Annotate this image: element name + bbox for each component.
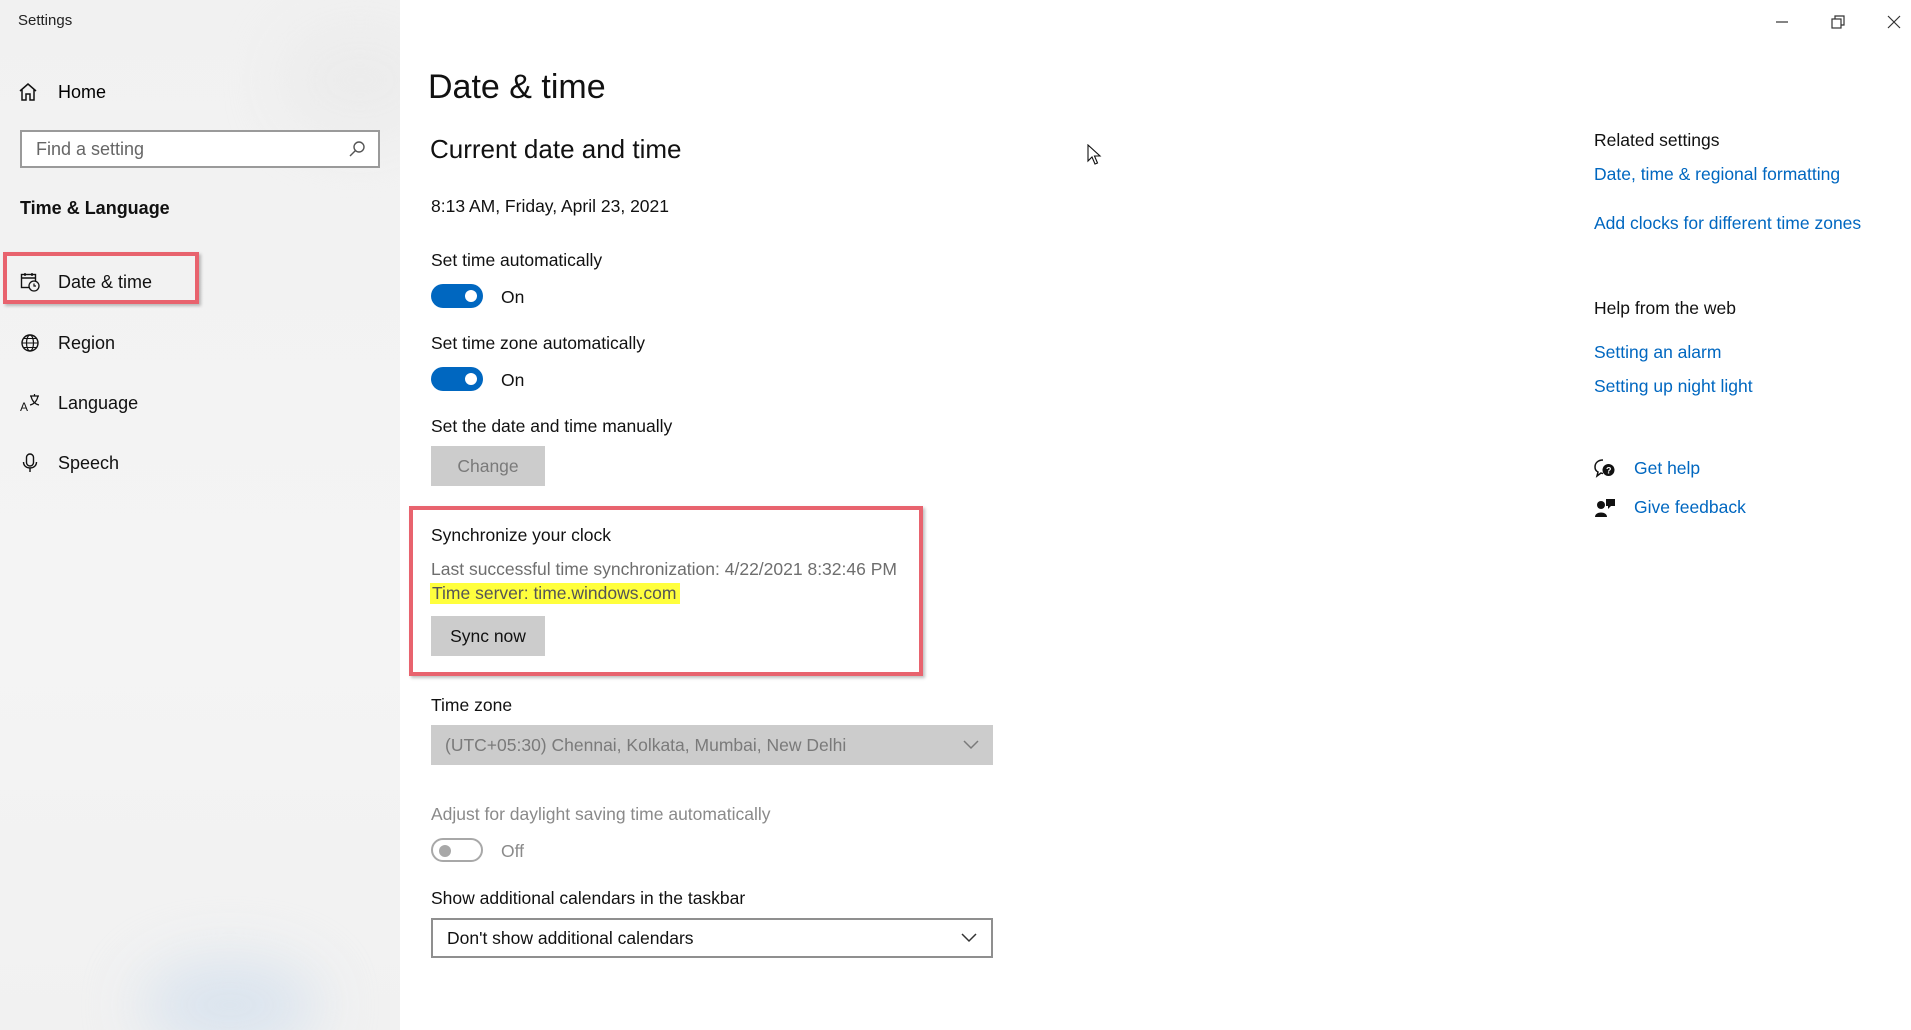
set-timezone-auto-state: On [501, 370, 525, 390]
chevron-down-icon [961, 933, 977, 943]
sidebar-home[interactable]: Home [18, 78, 106, 106]
last-sync-text: Last successful time synchronization: 4/… [431, 559, 897, 579]
get-help-label[interactable]: Get help [1634, 458, 1700, 479]
sidebar-section-title: Time & Language [20, 198, 170, 218]
time-server-text: Time server: time.windows.com [430, 583, 681, 604]
set-time-auto-toggle[interactable] [431, 284, 483, 308]
set-time-auto-label: Set time automatically [431, 250, 603, 270]
calendars-value: Don't show additional calendars [447, 927, 694, 948]
restore-button[interactable] [1818, 6, 1858, 38]
timezone-label: Time zone [431, 695, 513, 715]
get-help-link[interactable]: ? Get help [1594, 458, 1700, 479]
home-label: Home [58, 81, 107, 102]
search-icon[interactable] [348, 140, 366, 158]
globe-icon [21, 334, 39, 352]
sidebar-item-label: Language [58, 392, 139, 413]
search-input[interactable] [34, 137, 348, 161]
minimize-button[interactable] [1762, 6, 1802, 38]
language-icon: A [20, 394, 40, 413]
timezone-value: (UTC+05:30) Chennai, Kolkata, Mumbai, Ne… [445, 734, 847, 755]
link-setting-an-alarm[interactable]: Setting an alarm [1594, 342, 1721, 363]
get-help-icon: ? [1594, 458, 1615, 478]
sync-now-button[interactable]: Sync now [431, 616, 545, 656]
dst-label: Adjust for daylight saving time automati… [431, 804, 771, 824]
sidebar-item-speech[interactable]: Speech [20, 448, 119, 478]
home-icon [19, 83, 37, 101]
related-settings-heading: Related settings [1594, 130, 1720, 150]
restore-icon [1831, 15, 1845, 29]
manual-datetime-label: Set the date and time manually [431, 416, 673, 436]
change-button[interactable]: Change [431, 446, 545, 486]
link-date-time-regional-formatting[interactable]: Date, time & regional formatting [1594, 164, 1840, 185]
help-from-web-heading: Help from the web [1594, 298, 1737, 318]
search-box[interactable] [20, 130, 380, 168]
timezone-dropdown[interactable]: (UTC+05:30) Chennai, Kolkata, Mumbai, Ne… [431, 725, 993, 765]
minimize-icon [1776, 21, 1788, 23]
app-title: Settings [18, 12, 73, 29]
svg-text:?: ? [1606, 465, 1612, 475]
sidebar: Settings Home Time & Language Date & tim… [0, 0, 400, 1030]
set-timezone-auto-toggle[interactable] [431, 367, 483, 391]
calendars-dropdown[interactable]: Don't show additional calendars [431, 918, 993, 958]
mouse-cursor-icon [1087, 144, 1102, 165]
chevron-down-icon [963, 740, 979, 750]
dst-state: Off [501, 841, 525, 861]
sidebar-item-language[interactable]: A Language [20, 388, 138, 418]
section-title: Current date and time [430, 134, 682, 164]
sync-title: Synchronize your clock [431, 525, 611, 545]
link-add-clocks[interactable]: Add clocks for different time zones [1594, 213, 1861, 234]
microphone-icon [22, 453, 38, 472]
feedback-icon [1595, 498, 1615, 517]
calendars-label: Show additional calendars in the taskbar [431, 888, 746, 908]
svg-text:A: A [20, 400, 28, 413]
dst-toggle[interactable] [431, 838, 483, 862]
set-timezone-auto-label: Set time zone automatically [431, 333, 645, 353]
sidebar-item-label: Region [58, 332, 116, 353]
page-title: Date & time [428, 68, 606, 106]
give-feedback-label[interactable]: Give feedback [1634, 497, 1746, 518]
selected-item-annotation-box [3, 252, 199, 304]
close-button[interactable] [1874, 6, 1911, 38]
set-time-auto-state: On [501, 287, 525, 307]
link-setting-up-night-light[interactable]: Setting up night light [1594, 376, 1753, 397]
sidebar-item-region[interactable]: Region [20, 328, 115, 358]
close-icon [1887, 15, 1901, 29]
current-datetime: 8:13 AM, Friday, April 23, 2021 [431, 196, 670, 216]
give-feedback-link[interactable]: Give feedback [1594, 497, 1746, 518]
sidebar-item-label: Speech [58, 452, 120, 473]
